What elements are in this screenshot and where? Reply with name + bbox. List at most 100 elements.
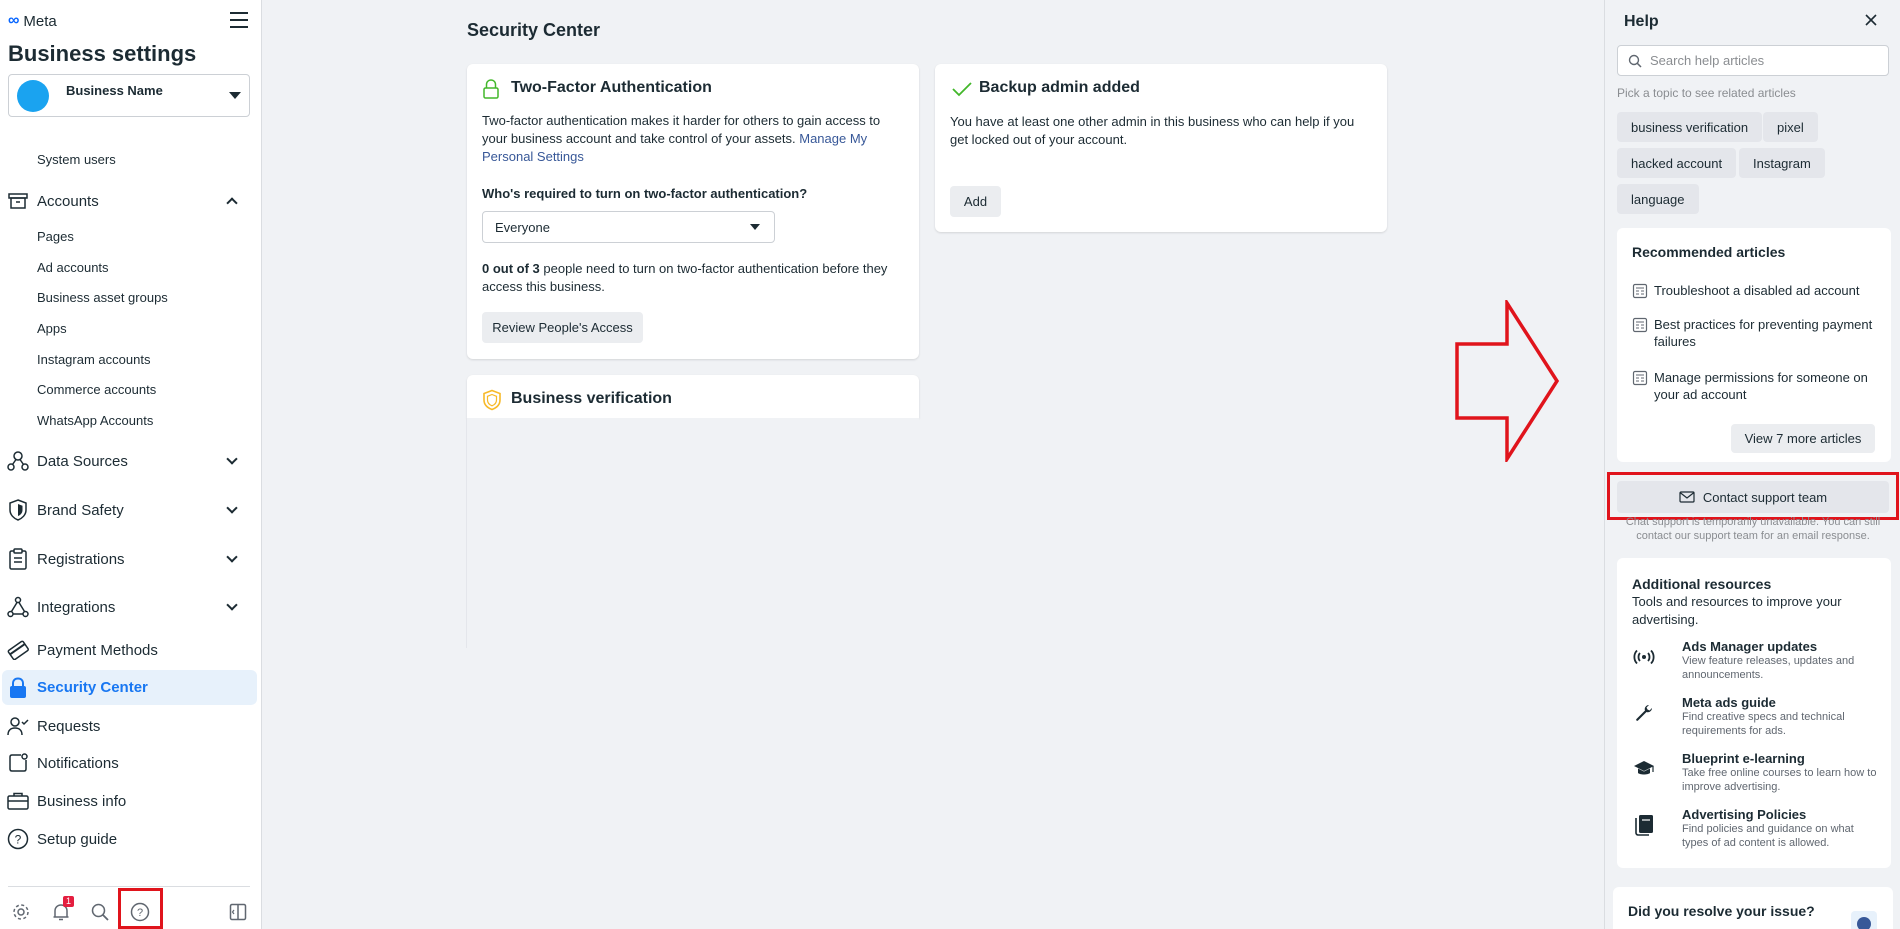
briefcase-icon <box>6 789 30 813</box>
card-title: Business verification <box>511 390 672 407</box>
resource-item[interactable]: Advertising Policies Find policies and g… <box>1632 807 1882 853</box>
chevron-down-icon[interactable] <box>226 502 238 514</box>
business-name: Business Name <box>66 83 163 98</box>
lock-icon <box>482 78 500 103</box>
sidebar-item-security-center[interactable]: Security Center <box>2 670 257 705</box>
sidebar-item-registrations[interactable]: Registrations <box>6 544 256 574</box>
sidebar-item-business-asset-groups[interactable]: Business asset groups <box>37 290 168 305</box>
sidebar-item-instagram-accounts[interactable]: Instagram accounts <box>37 352 150 367</box>
archive-icon <box>6 189 30 213</box>
help-search-input[interactable] <box>1650 53 1880 68</box>
meta-logo[interactable]: ∞ Meta <box>8 12 57 30</box>
two-factor-count: 0 out of 3 people need to turn on two-fa… <box>482 260 902 296</box>
sidebar-item-label: Business info <box>37 792 127 810</box>
sidebar-item-business-info[interactable]: Business info <box>6 786 256 816</box>
sidebar-item-label: Requests <box>37 717 101 735</box>
notification-badge: 1 <box>63 896 75 907</box>
sidebar-item-pages[interactable]: Pages <box>37 229 74 244</box>
sidebar-item-label: Brand Safety <box>37 501 124 519</box>
person-check-icon <box>6 714 30 738</box>
add-admin-button[interactable]: Add <box>950 186 1001 217</box>
page-title: Security Center <box>467 20 601 40</box>
chevron-down-icon[interactable] <box>226 599 238 611</box>
article-link[interactable]: Best practices for preventing payment fa… <box>1632 316 1882 350</box>
article-title: Manage permissions for someone on your a… <box>1654 370 1868 402</box>
sidebar-item-requests[interactable]: Requests <box>6 711 256 741</box>
divider <box>8 886 250 887</box>
highlight-box-contact-support <box>1607 472 1899 520</box>
gear-icon[interactable] <box>7 898 35 926</box>
topic-hint: Pick a topic to see related articles <box>1617 86 1796 100</box>
topic-chip[interactable]: business verification <box>1617 112 1763 142</box>
help-title: Help <box>1624 13 1659 30</box>
review-access-button[interactable]: Review People's Access <box>482 312 643 343</box>
article-title: Troubleshoot a disabled ad account <box>1654 283 1860 298</box>
two-factor-description: Two-factor authentication makes it harde… <box>482 112 907 166</box>
resource-item[interactable]: Blueprint e-learning Take free online co… <box>1632 751 1882 797</box>
article-icon <box>1632 283 1648 299</box>
sidebar-item-brand-safety[interactable]: Brand Safety <box>6 495 256 525</box>
sidebar: ∞ Meta Business settings Business Name S… <box>0 0 262 929</box>
sidebar-item-whatsapp-accounts[interactable]: WhatsApp Accounts <box>37 413 153 428</box>
article-link[interactable]: Troubleshoot a disabled ad account <box>1632 282 1882 299</box>
selected-value: Everyone <box>495 219 550 235</box>
resolve-issue-card: Did you resolve your issue? <box>1613 887 1893 929</box>
sidebar-item-notifications[interactable]: Notifications <box>6 748 256 778</box>
wrench-icon <box>1632 701 1656 725</box>
graduation-cap-icon <box>1632 757 1656 781</box>
sidebar-item-apps[interactable]: Apps <box>37 321 67 336</box>
resource-item[interactable]: Ads Manager updates View feature release… <box>1632 639 1882 685</box>
sidebar-item-payment-methods[interactable]: Payment Methods <box>6 635 256 665</box>
search-icon[interactable] <box>86 898 114 926</box>
chevron-up-icon[interactable] <box>226 197 238 209</box>
sidebar-item-setup-guide[interactable]: ? Setup guide <box>6 824 256 854</box>
menu-icon[interactable] <box>230 12 248 28</box>
bell-icon[interactable]: 1 <box>47 896 75 926</box>
topic-chip[interactable]: pixel <box>1763 112 1818 142</box>
sidebar-item-system-users[interactable]: System users <box>37 152 116 167</box>
topic-chip[interactable]: language <box>1617 184 1699 214</box>
sidebar-item-commerce-accounts[interactable]: Commerce accounts <box>37 382 156 397</box>
article-title: Best practices for preventing payment fa… <box>1654 317 1873 349</box>
search-icon <box>1628 54 1642 68</box>
view-more-articles-button[interactable]: View 7 more articles <box>1731 424 1875 453</box>
sidebar-item-label: Security Center <box>37 679 148 696</box>
chevron-down-icon[interactable] <box>226 453 238 465</box>
resource-item[interactable]: Meta ads guide Find creative specs and t… <box>1632 695 1882 741</box>
article-link[interactable]: Manage permissions for someone on your a… <box>1632 369 1882 403</box>
sidebar-item-data-sources[interactable]: Data Sources <box>6 446 256 476</box>
broadcast-icon <box>1632 645 1656 669</box>
topic-chip[interactable]: Instagram <box>1739 148 1825 178</box>
resolve-question: Did you resolve your issue? <box>1628 903 1815 919</box>
chevron-down-icon[interactable] <box>226 551 238 563</box>
topic-chip[interactable]: hacked account <box>1617 148 1737 178</box>
backup-admin-description: You have at least one other admin in thi… <box>950 114 1355 147</box>
globe-icon[interactable] <box>1851 911 1877 929</box>
brand-name: Meta <box>23 12 57 30</box>
caret-down-icon <box>229 92 241 99</box>
sidebar-item-label: Registrations <box>37 550 125 568</box>
resource-description: Find policies and guidance on what types… <box>1682 823 1854 849</box>
clipboard-icon <box>6 547 30 571</box>
sidebar-item-label: Integrations <box>37 598 116 616</box>
checkmark-icon <box>952 81 972 100</box>
section-title: Recommended articles <box>1632 244 1786 260</box>
article-icon <box>1632 370 1648 386</box>
sidebar-item-accounts[interactable]: Accounts <box>6 186 256 216</box>
integrations-icon <box>6 595 30 619</box>
close-icon[interactable] <box>1863 12 1879 28</box>
two-factor-card: Two-Factor Authentication Two-factor aut… <box>467 64 919 359</box>
annotation-arrow-icon <box>1455 300 1560 462</box>
card-title: Two-Factor Authentication <box>511 79 712 96</box>
resource-description: View feature releases, updates and annou… <box>1682 655 1855 681</box>
collapse-panel-icon[interactable] <box>224 898 252 926</box>
highlight-box-help-icon <box>118 888 163 929</box>
two-factor-requirement-select[interactable]: Everyone <box>482 211 775 243</box>
count-text: people need to turn on two-factor authen… <box>482 261 888 294</box>
card-title: Backup admin added <box>979 79 1140 96</box>
business-selector[interactable]: Business Name <box>8 74 250 117</box>
svg-text:?: ? <box>15 833 22 847</box>
section-subtitle: Tools and resources to improve your adve… <box>1632 594 1842 627</box>
sidebar-item-ad-accounts[interactable]: Ad accounts <box>37 260 109 275</box>
sidebar-item-integrations[interactable]: Integrations <box>6 592 256 622</box>
